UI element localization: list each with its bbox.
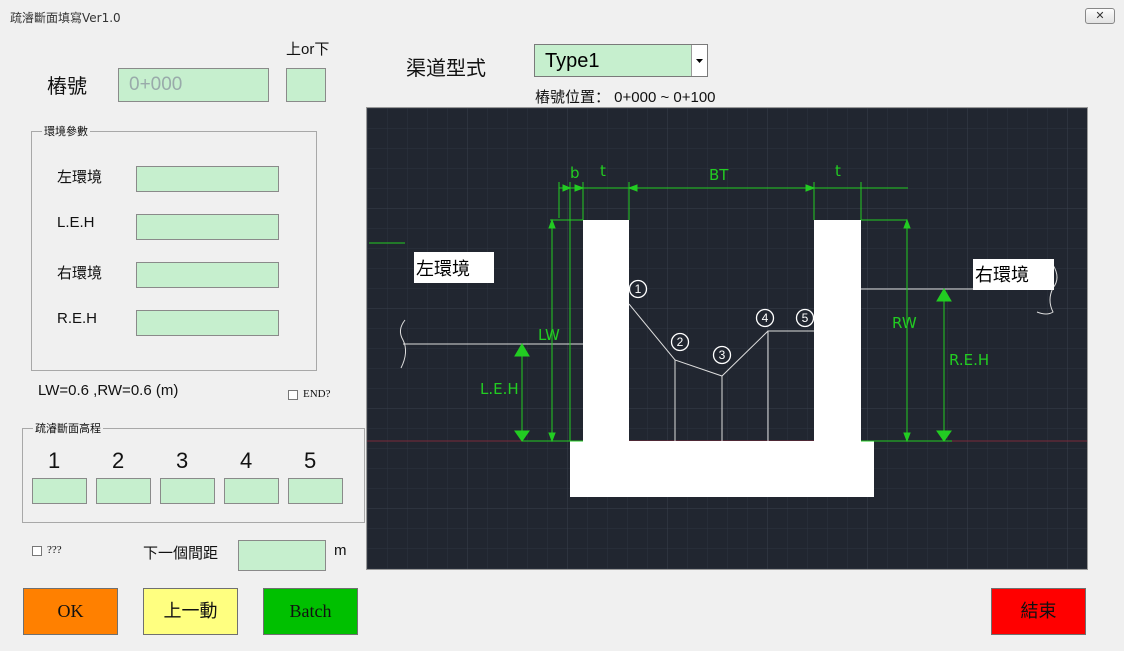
dim-t-right-label: t: [835, 162, 841, 180]
point-2-label: 2: [112, 448, 125, 473]
dropdown-arrow[interactable]: [691, 45, 707, 76]
dim-b-label: b: [570, 164, 580, 182]
point-2-input[interactable]: [96, 478, 151, 504]
point-4-input[interactable]: [224, 478, 279, 504]
point-5-input[interactable]: [288, 478, 343, 504]
updown-label: 上or下: [286, 41, 330, 58]
point-4-marker-label: 4: [762, 311, 769, 325]
dim-rw-label: RW: [892, 314, 917, 332]
chevron-down-icon: [696, 59, 703, 63]
title-bar: 疏濬斷面填寫Ver1.0 ✕: [0, 0, 1124, 30]
reh-input[interactable]: [136, 310, 279, 336]
dim-lw-label: LW: [538, 326, 560, 344]
leh-input[interactable]: [136, 214, 279, 240]
dim-bt-label: BT: [709, 166, 729, 184]
right-env-label: 右環境: [57, 265, 103, 282]
prev-step-button[interactable]: 上一動: [143, 588, 238, 635]
channel-type-select[interactable]: Type1: [534, 44, 708, 77]
left-env-diagram-label: 左環境: [416, 259, 470, 280]
section-diagram: 1 2 3 4 5 b t BT t LW RW L.E.H R.E.H 左環境…: [366, 107, 1088, 570]
channel-type-value: Type1: [545, 50, 600, 72]
dim-reh-label: R.E.H: [949, 351, 989, 369]
point-1-input[interactable]: [32, 478, 87, 504]
left-env-label: 左環境: [57, 169, 103, 186]
point-3-label: 3: [176, 448, 189, 473]
point-4-label: 4: [240, 448, 253, 473]
end-checkbox[interactable]: [288, 390, 298, 400]
point-5-label: 5: [304, 448, 317, 473]
unknown-checkbox-label: ???: [47, 544, 62, 556]
updown-input[interactable]: [286, 68, 326, 102]
station-value: 0+000: [129, 74, 183, 95]
batch-button[interactable]: Batch: [263, 588, 358, 635]
wall-width-text: LW=0.6 ,RW=0.6 (m): [38, 382, 179, 399]
next-spacing-input[interactable]: [238, 540, 326, 571]
station-range-text: 樁號位置： 0+000 ~ 0+100: [535, 89, 716, 106]
point-1-marker-label: 1: [635, 282, 642, 296]
section-diagram-svg: 1 2 3 4 5 b t BT t LW RW L.E.H R.E.H 左環境…: [367, 108, 1087, 569]
right-env-diagram-label: 右環境: [975, 265, 1029, 286]
exit-button[interactable]: 結束: [991, 588, 1086, 635]
point-3-marker-label: 3: [719, 348, 726, 362]
leh-label: L.E.H: [57, 214, 95, 231]
dim-t-left-label: t: [600, 162, 606, 180]
point-1-label: 1: [48, 448, 61, 473]
next-spacing-label: 下一個間距: [143, 545, 219, 562]
station-input[interactable]: 0+000: [118, 68, 269, 102]
ok-button[interactable]: OK: [23, 588, 118, 635]
dredge-elevation-group: [22, 428, 365, 523]
station-label: 樁號: [47, 76, 87, 98]
close-icon: ✕: [1095, 9, 1105, 22]
dim-leh-label: L.E.H: [480, 380, 519, 398]
reh-label: R.E.H: [57, 310, 98, 327]
left-env-input[interactable]: [136, 166, 279, 192]
point-5-marker-label: 5: [802, 311, 809, 325]
env-params-title: 環境參數: [42, 123, 90, 139]
point-2-marker-label: 2: [677, 335, 684, 349]
dredge-elevation-title: 疏濬斷面高程: [33, 420, 103, 436]
close-button[interactable]: ✕: [1085, 8, 1115, 24]
window-title: 疏濬斷面填寫Ver1.0: [10, 11, 121, 25]
channel-type-label: 渠道型式: [406, 58, 486, 80]
right-env-input[interactable]: [136, 262, 279, 288]
end-checkbox-label: END?: [303, 388, 331, 400]
next-spacing-unit: m: [334, 542, 347, 559]
point-3-input[interactable]: [160, 478, 215, 504]
unknown-checkbox[interactable]: [32, 546, 42, 556]
